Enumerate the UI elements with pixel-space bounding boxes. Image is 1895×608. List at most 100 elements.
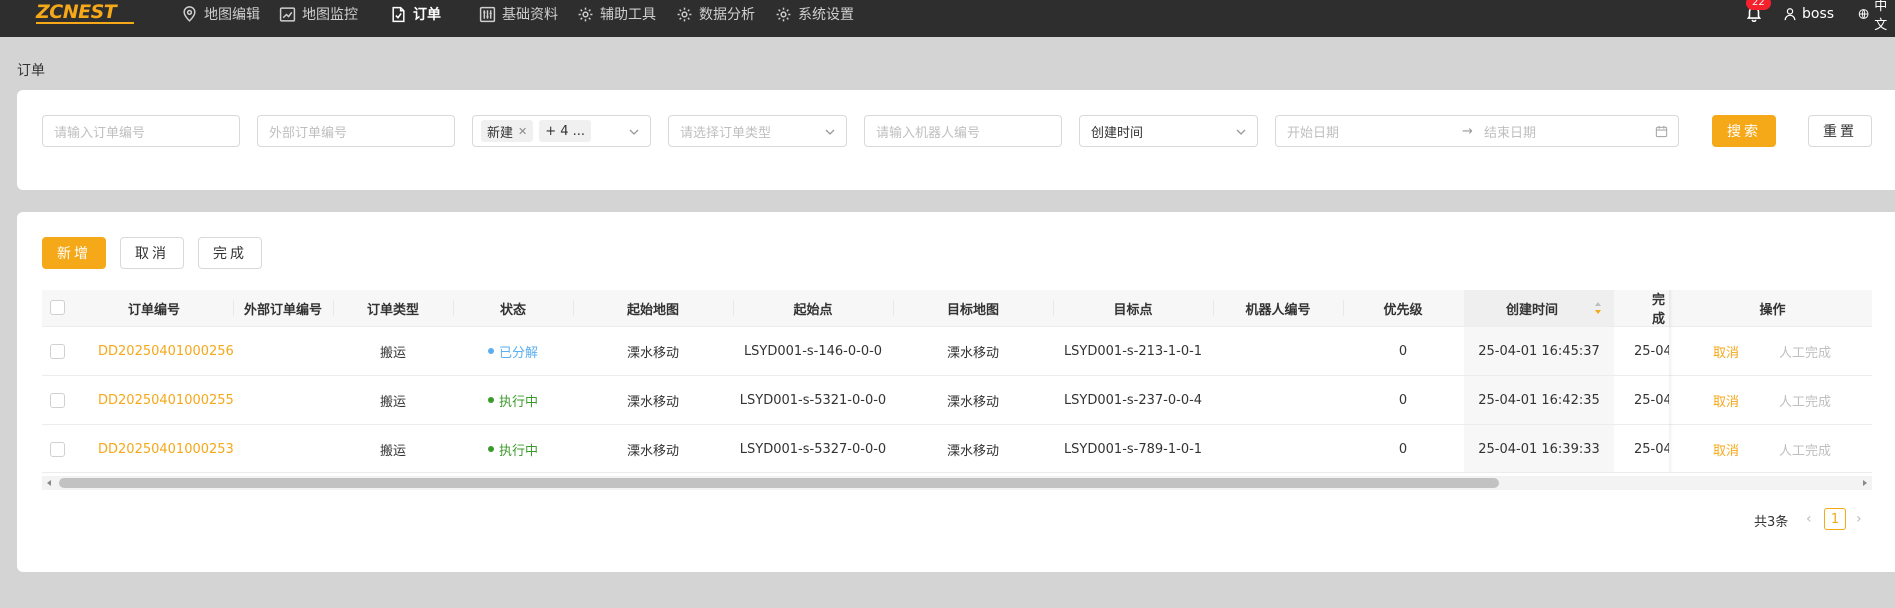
- target-map-cell: 溧水移动: [946, 394, 999, 410]
- start-date-placeholder[interactable]: 开始日期: [1287, 122, 1462, 141]
- nav-map-edit[interactable]: 地图编辑: [181, 0, 260, 28]
- chevron-down-icon: [1236, 129, 1246, 135]
- column-header-target-map[interactable]: 目标地图: [893, 290, 1053, 326]
- order-no-input[interactable]: 请输入订单编号: [42, 115, 240, 147]
- status-multiselect[interactable]: 新建 ✕ + 4 ...: [472, 115, 651, 147]
- nav-label: 基础资料: [502, 7, 558, 23]
- tag-close-icon[interactable]: ✕: [518, 125, 527, 138]
- pagination-next-button[interactable]: ›: [1856, 511, 1862, 527]
- column-header-start-point[interactable]: 起始点: [733, 290, 893, 326]
- reset-button[interactable]: 重置: [1808, 115, 1872, 147]
- column-header-order-type[interactable]: 订单类型: [333, 290, 453, 326]
- row-cancel-link[interactable]: 取消: [1713, 425, 1739, 473]
- scrollbar-thumb[interactable]: [59, 478, 1499, 488]
- order-no-placeholder: 请输入订单编号: [54, 125, 146, 141]
- priority-cell: 0: [1398, 392, 1408, 408]
- nav-tools[interactable]: 辅助工具: [577, 0, 656, 28]
- status-text: 已分解: [498, 345, 538, 361]
- nav-label: 地图监控: [302, 7, 358, 23]
- column-header-order-no[interactable]: 订单编号: [75, 290, 233, 326]
- date-range-picker[interactable]: 开始日期 → 结束日期: [1275, 115, 1679, 147]
- time-type-value: 创建时间: [1091, 125, 1144, 141]
- nav-orders[interactable]: 订单: [390, 0, 441, 28]
- order-no-link[interactable]: DD20250401000256: [75, 327, 233, 375]
- scroll-right-arrow-icon[interactable]: [1861, 479, 1869, 487]
- nav-data-analysis[interactable]: 数据分析: [676, 0, 755, 28]
- sliders-icon: [479, 6, 496, 22]
- scroll-left-arrow-icon[interactable]: [45, 479, 53, 487]
- target-point-cell: LSYD001-s-237-0-0-4: [1063, 392, 1203, 408]
- search-button[interactable]: 搜索: [1712, 115, 1776, 147]
- user-menu[interactable]: boss: [1783, 0, 1834, 28]
- start-point-cell: LSYD001-s-5321-0-0-0: [739, 392, 887, 408]
- status-cell: 执行中: [453, 425, 573, 473]
- column-header-target-point[interactable]: 目标点: [1053, 290, 1213, 326]
- finished-time-cell: 25-04-: [1634, 441, 1669, 457]
- status-dot: [487, 348, 494, 354]
- column-header-robot-no[interactable]: 机器人编号: [1213, 290, 1343, 326]
- created-time-cell: 25-04-01 16:42:35: [1478, 392, 1600, 408]
- order-no-link[interactable]: DD20250401000255: [75, 376, 233, 424]
- order-type-cell: 搬运: [379, 394, 406, 410]
- column-divider: [333, 300, 334, 316]
- order-type-placeholder: 请选择订单类型: [680, 125, 772, 141]
- external-order-no-input[interactable]: 外部订单编号: [257, 115, 455, 147]
- column-header-status[interactable]: 状态: [453, 290, 573, 326]
- created-time-label: 创建时间: [1505, 302, 1558, 318]
- nav-system-settings[interactable]: 系统设置: [775, 0, 854, 28]
- start-map-cell: 溧水移动: [626, 345, 679, 361]
- row-cancel-link[interactable]: 取消: [1713, 376, 1739, 424]
- start-map-cell: 溧水移动: [626, 443, 679, 459]
- row-checkbox[interactable]: [50, 442, 65, 457]
- calendar-icon: [1655, 125, 1668, 138]
- start-point-cell: LSYD001-s-5327-0-0-0: [739, 441, 887, 457]
- sort-icon[interactable]: [1594, 301, 1602, 315]
- column-divider: [1343, 300, 1344, 316]
- time-type-select[interactable]: 创建时间: [1079, 115, 1258, 147]
- select-all-checkbox[interactable]: [50, 300, 65, 315]
- robot-no-placeholder: 请输入机器人编号: [876, 125, 981, 141]
- gear-icon: [776, 7, 791, 21]
- target-point-cell: LSYD001-s-789-1-0-1: [1063, 441, 1203, 457]
- order-type-cell: 搬运: [379, 345, 406, 361]
- pagination-current-page[interactable]: 1: [1824, 508, 1846, 530]
- column-divider: [573, 300, 574, 316]
- row-checkbox[interactable]: [50, 344, 65, 359]
- nav-label: 数据分析: [699, 7, 755, 23]
- nav-label: 辅助工具: [600, 7, 656, 23]
- column-header-finished-time[interactable]: 完成: [1614, 290, 1669, 326]
- row-manual-complete-link[interactable]: 人工完成: [1779, 376, 1831, 424]
- column-header-created-time[interactable]: 创建时间: [1464, 290, 1600, 326]
- complete-order-button[interactable]: 完成: [198, 237, 262, 269]
- status-text: 执行中: [498, 443, 538, 459]
- brand-logo[interactable]: ZCNEST: [36, 0, 135, 24]
- status-cell: 执行中: [453, 376, 573, 424]
- pagination-prev-button[interactable]: ‹: [1806, 511, 1812, 527]
- priority-cell: 0: [1398, 441, 1408, 457]
- column-header-external-no[interactable]: 外部订单编号: [233, 290, 333, 326]
- order-no-link[interactable]: DD20250401000253: [75, 425, 233, 473]
- row-checkbox[interactable]: [50, 393, 65, 408]
- row-cancel-link[interactable]: 取消: [1713, 327, 1739, 375]
- gear-icon: [677, 7, 692, 21]
- status-tag: 新建 ✕: [481, 120, 534, 142]
- fixed-column-shadow: [1669, 290, 1673, 472]
- target-map-cell: 溧水移动: [946, 443, 999, 459]
- end-date-placeholder[interactable]: 结束日期: [1484, 122, 1536, 141]
- add-order-button[interactable]: 新增: [42, 237, 106, 269]
- start-map-cell: 溧水移动: [626, 394, 679, 410]
- order-type-select[interactable]: 请选择订单类型: [668, 115, 847, 147]
- external-order-no-placeholder: 外部订单编号: [269, 125, 348, 141]
- column-header-priority[interactable]: 优先级: [1343, 290, 1463, 326]
- row-manual-complete-link[interactable]: 人工完成: [1779, 425, 1831, 473]
- robot-no-input[interactable]: 请输入机器人编号: [864, 115, 1062, 147]
- priority-cell: 0: [1398, 343, 1408, 359]
- nav-basic-data[interactable]: 基础资料: [479, 0, 558, 28]
- top-navigation-bar: ZCNEST 地图编辑 地图监控 订单 基础资料 辅助工具 数据分析 系统设置 …: [0, 0, 1895, 37]
- column-header-start-map[interactable]: 起始地图: [573, 290, 733, 326]
- row-manual-complete-link[interactable]: 人工完成: [1779, 327, 1831, 375]
- cancel-order-button[interactable]: 取消: [120, 237, 184, 269]
- robot-no-cell: [1213, 425, 1343, 473]
- language-switcher[interactable]: 中文: [1858, 0, 1895, 33]
- nav-map-monitor[interactable]: 地图监控: [279, 0, 358, 28]
